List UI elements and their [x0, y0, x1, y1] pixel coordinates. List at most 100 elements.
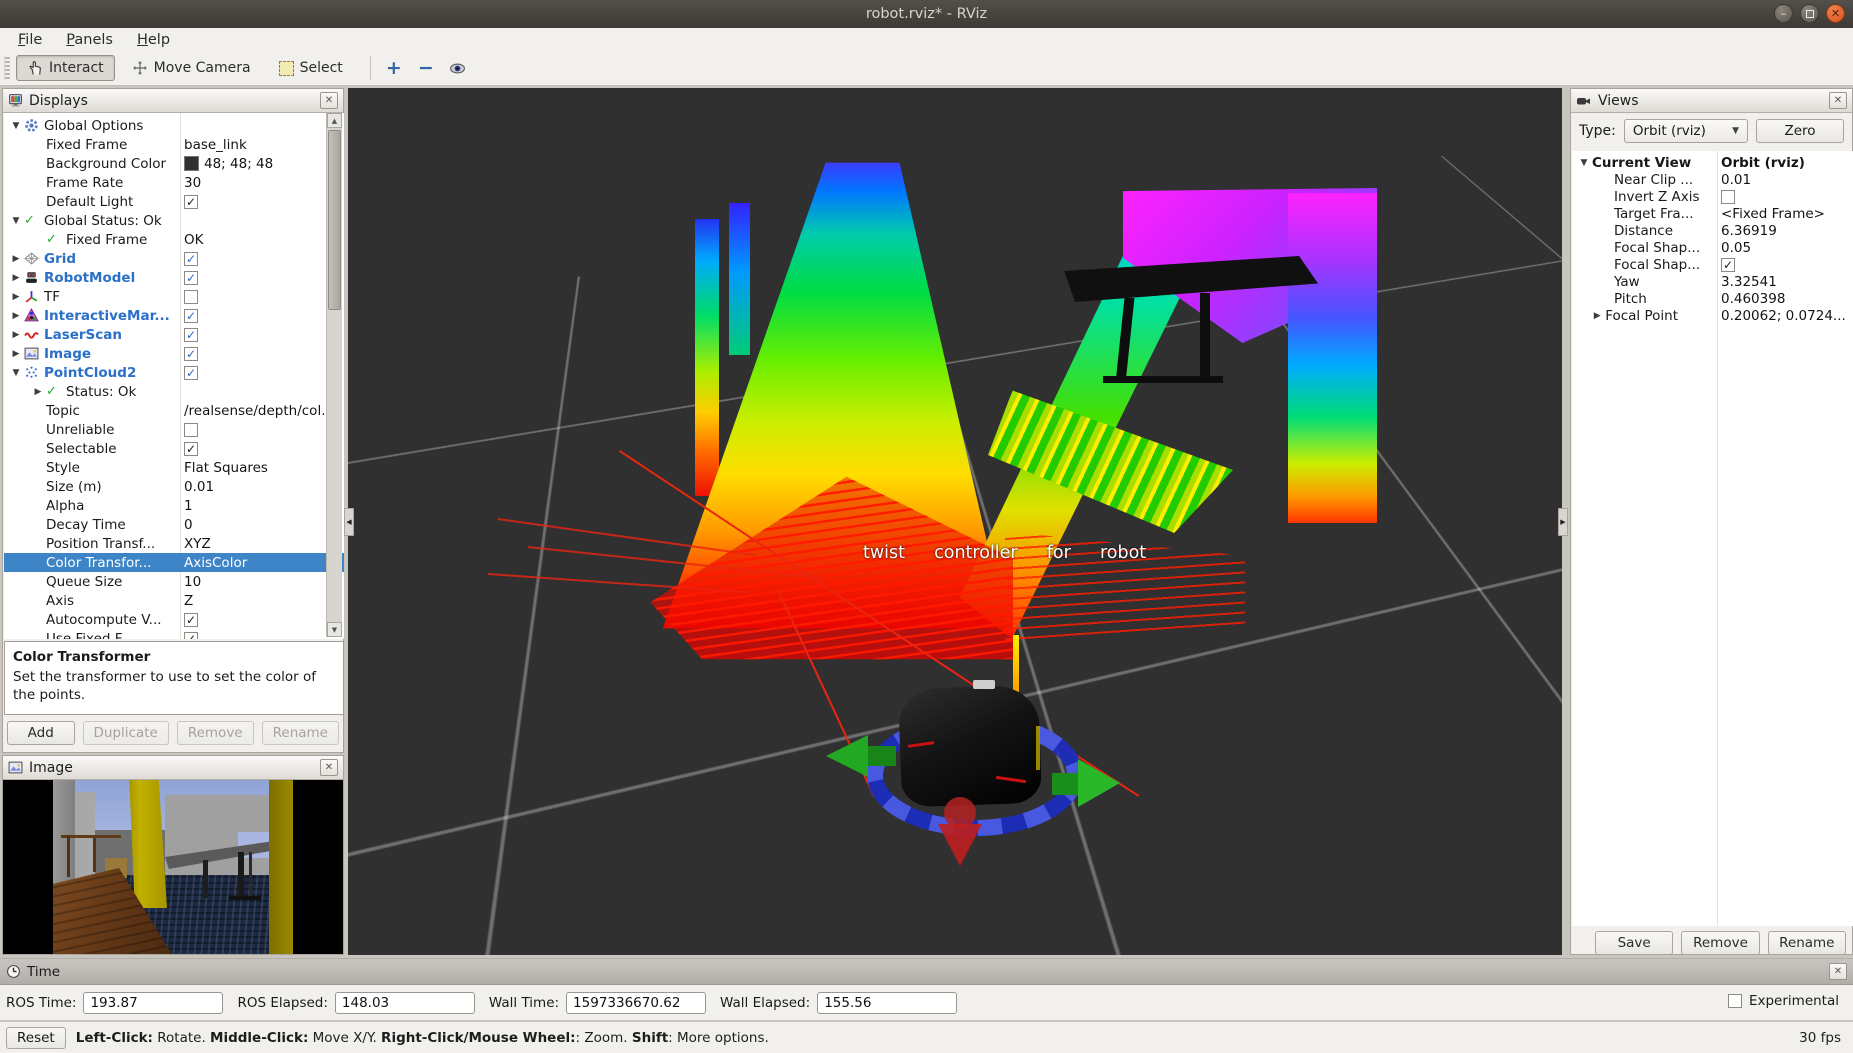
property-value-cell[interactable]: ✓ [184, 325, 198, 344]
toolbar-drag-handle[interactable] [4, 57, 10, 79]
tree-row-yaw[interactable]: Yaw3.32541 [1572, 273, 1853, 290]
collapse-arrow-icon[interactable]: ▶ [8, 254, 24, 264]
property-value-cell[interactable]: OK [184, 230, 203, 249]
move-arrow-down[interactable] [928, 796, 992, 868]
tree-row-focal-shap[interactable]: Focal Shap...0.05 [1572, 239, 1853, 256]
expand-arrow-icon[interactable]: ▼ [8, 368, 24, 378]
property-value-cell[interactable] [184, 420, 198, 439]
rename-button[interactable]: Rename [262, 721, 339, 745]
tree-row-near-clip[interactable]: Near Clip ...0.01 [1572, 171, 1853, 188]
tree-row-robotmodel[interactable]: ▶RobotModel✓ [4, 268, 344, 287]
tree-row-global-options[interactable]: ▼Global Options [4, 116, 344, 135]
tree-row-fixed-frame[interactable]: Fixed Framebase_link [4, 135, 344, 154]
tree-row-decay-time[interactable]: Decay Time0 [4, 515, 344, 534]
tree-row-pitch[interactable]: Pitch0.460398 [1572, 290, 1853, 307]
tree-row-focal-shap[interactable]: Focal Shap...✓ [1572, 256, 1853, 273]
menu-file[interactable]: File [6, 30, 54, 50]
checkbox-checked[interactable]: ✓ [184, 309, 198, 323]
scrollbar-thumb[interactable] [328, 130, 341, 310]
tree-row-invert-z-axis[interactable]: Invert Z Axis [1572, 188, 1853, 205]
move-arrow-right[interactable] [1026, 756, 1120, 808]
remove-button[interactable]: Remove [177, 721, 254, 745]
tree-row-pointcloud2[interactable]: ▼PointCloud2✓ [4, 363, 344, 382]
views-rename-button[interactable]: Rename [1768, 931, 1846, 955]
property-value-cell[interactable]: ✓ [184, 249, 198, 268]
checkbox-checked[interactable]: ✓ [184, 613, 198, 627]
checkbox-unchecked[interactable] [184, 423, 198, 437]
3d-viewport[interactable]: twist controller for robot [348, 88, 1562, 955]
property-value-cell[interactable]: 0.01 [1721, 171, 1751, 188]
tree-row-size-m[interactable]: Size (m)0.01 [4, 477, 344, 496]
tree-row-global-status-ok[interactable]: ▼✓Global Status: Ok [4, 211, 344, 230]
scroll-up-icon[interactable]: ▲ [327, 113, 342, 128]
property-value-cell[interactable]: base_link [184, 135, 247, 154]
zero-button[interactable]: Zero [1756, 119, 1844, 143]
tree-row-topic[interactable]: Topic/realsense/depth/col... [4, 401, 344, 420]
property-value-cell[interactable] [184, 287, 198, 306]
property-value-cell[interactable]: 0.05 [1721, 239, 1751, 256]
property-value-cell[interactable]: 0.20062; 0.0724... [1721, 307, 1846, 324]
tree-row-grid[interactable]: ▶Grid✓ [4, 249, 344, 268]
view-type-dropdown[interactable]: Orbit (rviz) ▼ [1624, 119, 1748, 143]
zoom-in-button[interactable]: + [381, 55, 407, 81]
property-value-cell[interactable]: 0.01 [184, 477, 214, 496]
collapse-arrow-icon[interactable]: ▶ [30, 387, 46, 397]
zoom-out-button[interactable]: − [413, 55, 439, 81]
checkbox-checked[interactable]: ✓ [184, 366, 198, 380]
collapse-arrow-icon[interactable]: ▶ [8, 311, 24, 321]
displays-close-icon[interactable]: ✕ [320, 92, 338, 109]
tree-row-image[interactable]: ▶Image✓ [4, 344, 344, 363]
views-tree[interactable]: ▼Current ViewOrbit (rviz)Near Clip ...0.… [1572, 151, 1853, 926]
checkbox-checked[interactable]: ✓ [184, 442, 198, 456]
image-panel-header[interactable]: Image ✕ [3, 756, 343, 780]
property-value-cell[interactable]: 48; 48; 48 [184, 154, 273, 173]
expand-arrow-icon[interactable]: ▼ [1576, 158, 1592, 168]
checkbox-checked[interactable]: ✓ [184, 632, 198, 640]
checkbox-checked[interactable]: ✓ [184, 252, 198, 266]
wall-elapsed-input[interactable] [817, 992, 957, 1014]
collapse-arrow-icon[interactable]: ▶ [8, 273, 24, 283]
image-close-icon[interactable]: ✕ [320, 759, 338, 776]
tree-row-status-ok[interactable]: ▶✓Status: Ok [4, 382, 344, 401]
ros-time-input[interactable] [83, 992, 223, 1014]
property-value-cell[interactable]: ✓ [1721, 256, 1735, 273]
property-value-cell[interactable]: ✓ [184, 192, 198, 211]
reset-button[interactable]: Reset [6, 1027, 66, 1049]
expand-arrow-icon[interactable]: ▼ [8, 121, 24, 131]
tree-row-unreliable[interactable]: Unreliable [4, 420, 344, 439]
property-value-cell[interactable]: 30 [184, 173, 201, 192]
views-remove-button[interactable]: Remove [1681, 931, 1759, 955]
property-value-cell[interactable]: 1 [184, 496, 193, 515]
tree-row-use-fixed-f[interactable]: Use Fixed F...✓ [4, 629, 344, 639]
duplicate-button[interactable]: Duplicate [83, 721, 169, 745]
property-value-cell[interactable]: ✓ [184, 306, 198, 325]
tree-row-fixed-frame[interactable]: ✓Fixed FrameOK [4, 230, 344, 249]
move-arrow-left[interactable] [826, 733, 906, 779]
property-value-cell[interactable]: Flat Squares [184, 458, 268, 477]
property-value-cell[interactable]: ✓ [184, 268, 198, 287]
panel-collapse-left[interactable]: ◀ [344, 508, 354, 536]
property-value-cell[interactable]: 10 [184, 572, 201, 591]
tree-row-target-fra[interactable]: Target Fra...<Fixed Frame> [1572, 205, 1853, 222]
tool-move-camera[interactable]: Move Camera [121, 55, 262, 81]
tree-row-position-transf[interactable]: Position Transf...XYZ [4, 534, 344, 553]
property-value-cell[interactable]: ✓ [184, 629, 198, 639]
add-button[interactable]: Add [7, 721, 75, 745]
checkbox-unchecked[interactable] [184, 290, 198, 304]
property-value-cell[interactable]: 3.32541 [1721, 273, 1777, 290]
panel-collapse-right[interactable]: ▶ [1558, 508, 1568, 536]
tree-row-tf[interactable]: ▶TF [4, 287, 344, 306]
property-value-cell[interactable]: 6.36919 [1721, 222, 1777, 239]
property-value-cell[interactable]: ✓ [184, 439, 198, 458]
property-value-cell[interactable]: 0 [184, 515, 193, 534]
property-value-cell[interactable]: Z [184, 591, 193, 610]
checkbox-checked[interactable]: ✓ [1721, 258, 1735, 272]
checkbox-unchecked[interactable] [1721, 190, 1735, 204]
collapse-arrow-icon[interactable]: ▶ [1589, 311, 1605, 321]
checkbox-checked[interactable]: ✓ [184, 328, 198, 342]
tool-select[interactable]: Select [268, 55, 354, 81]
tree-row-current-view[interactable]: ▼Current ViewOrbit (rviz) [1572, 154, 1853, 171]
displays-panel-header[interactable]: Displays ✕ [3, 89, 343, 113]
tree-row-frame-rate[interactable]: Frame Rate30 [4, 173, 344, 192]
views-close-icon[interactable]: ✕ [1829, 92, 1847, 109]
